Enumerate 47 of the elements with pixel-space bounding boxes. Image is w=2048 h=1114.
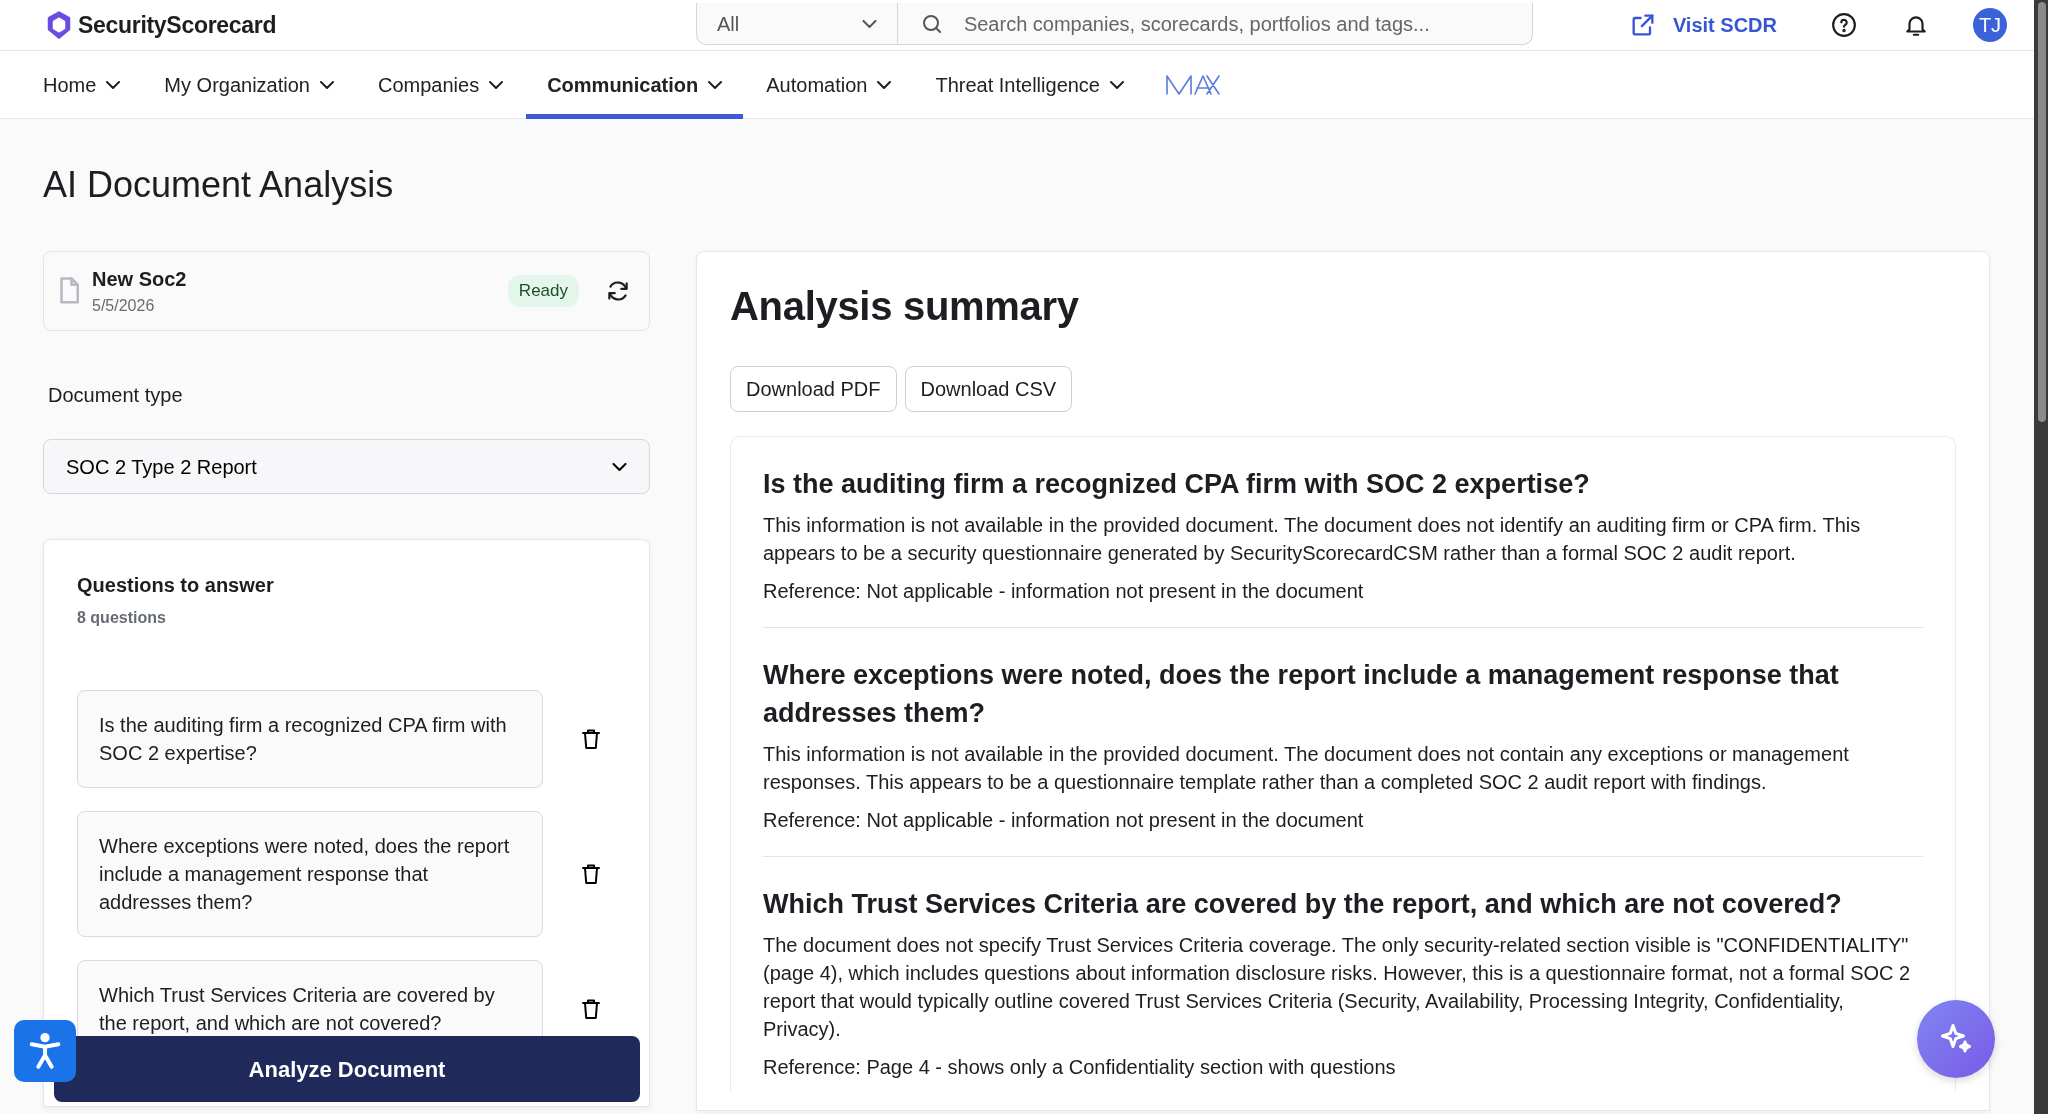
- nav-tab[interactable]: Automation: [745, 50, 913, 119]
- answer-reference: Reference: Not applicable - information not present in the document: [763, 808, 1365, 833]
- answer-question: Is the auditing firm a recognized CPA firm with SOC 2 expertise?: [763, 468, 1591, 501]
- nav-tab[interactable]: Threat Intelligence: [914, 50, 1145, 119]
- page-title: AI Document Analysis: [42, 163, 395, 207]
- document-name: New Soc2: [92, 267, 188, 292]
- chevron-down-icon: [106, 80, 121, 89]
- avatar[interactable]: TJ: [1973, 8, 2007, 42]
- download-button[interactable]: Download CSV: [904, 366, 1073, 412]
- question-text: Is the auditing firm a recognized CPA firm with SOC 2 expertise?: [77, 690, 543, 788]
- question-count: 8 questions: [77, 608, 167, 628]
- status-badge: Ready: [507, 275, 579, 307]
- nav-tab[interactable]: Home: [22, 50, 142, 119]
- download-button[interactable]: Download PDF: [730, 366, 897, 412]
- answer-text: This information is not available in the provided document. The document does not contain any exceptions or management responses. This appears to be a questionnaire template rather than a completed SOC 2 audit report with findings.: [763, 742, 1850, 795]
- document-date: 5/5/2026: [92, 296, 156, 316]
- chevron-down-icon: [489, 80, 504, 89]
- scrollbar-thumb[interactable]: [2038, 2, 2046, 422]
- answer-reference: Reference: Not applicable - information not present in the document: [763, 579, 1365, 604]
- max-logo-icon[interactable]: [1165, 73, 1221, 96]
- document-type-select[interactable]: SOC 2 Type 2 Report: [43, 439, 650, 494]
- panel-title: Questions to answer: [77, 573, 275, 598]
- summary-title: Analysis summary: [730, 283, 1080, 330]
- search-field[interactable]: Search companies, scorecards, portfolios and tags...: [897, 3, 1533, 45]
- nav-tab[interactable]: Communication: [526, 50, 744, 119]
- accessibility-button[interactable]: [14, 1020, 76, 1082]
- answer-question: Which Trust Services Criteria are covered by the report, and which are not covered?: [763, 888, 1843, 921]
- chevron-down-icon: [612, 462, 627, 471]
- question-text: Where exceptions were noted, does the report include a management response that addresses them?: [77, 811, 543, 937]
- answer-text: This information is not available in the provided document. The document does not identify an auditing firm or CPA firm. This appears to be a security questionnaire generated by SecurityScorecardCSM rather than a formal SOC 2 audit report.: [763, 513, 1862, 566]
- field-label: Document type: [48, 383, 184, 408]
- help-icon[interactable]: [1831, 12, 1857, 38]
- answer-text: The document does not specify Trust Services Criteria coverage. The only security-related section visible is "CONFIDENTIALITY" (page 4), which includes questions about information disclosure risks. However, this is a questionnaire format, not a formal SOC 2 report that would typically outline covered Trust Services Criteria (Security, Availability, Processing Integrity, Confidentiality, Privacy).: [763, 933, 1912, 1042]
- chevron-down-icon: [877, 80, 892, 89]
- answer-reference: Reference: Page 4 - shows only a Confidentiality section with questions: [763, 1055, 1397, 1080]
- refresh-icon[interactable]: [605, 278, 631, 304]
- nav-tab[interactable]: My Organization: [143, 50, 355, 119]
- chevron-down-icon: [1110, 80, 1124, 89]
- brand-name: SecurityScorecard: [78, 10, 277, 40]
- answer-question: Where exceptions were noted, does the report include a management response that addresses them?: [763, 659, 1840, 730]
- analyze-button[interactable]: Analyze Document: [54, 1036, 640, 1102]
- visit-link[interactable]: Visit SCDR: [1672, 10, 1777, 40]
- chevron-down-icon: [320, 80, 334, 89]
- chevron-down-icon: [861, 19, 877, 28]
- nav-tab[interactable]: Companies: [357, 50, 525, 119]
- chevron-down-icon: [708, 80, 723, 89]
- scope-dropdown[interactable]: All: [695, 3, 898, 45]
